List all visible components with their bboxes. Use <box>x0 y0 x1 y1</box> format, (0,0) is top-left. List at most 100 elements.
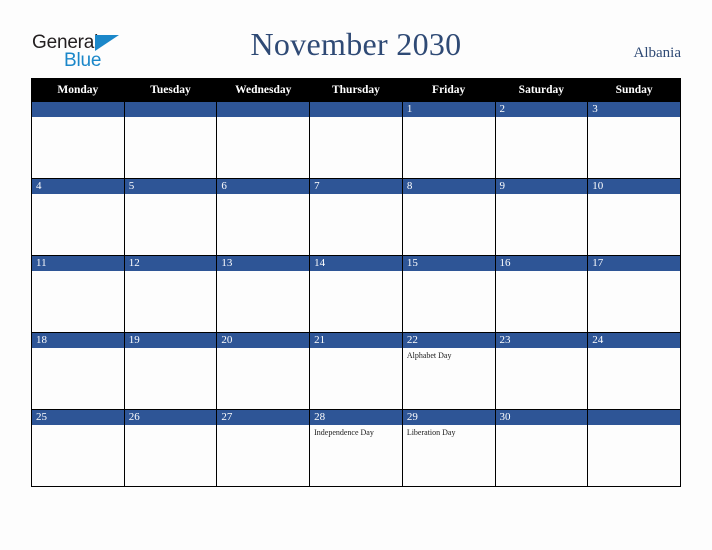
calendar-day-cell[interactable] <box>216 101 311 179</box>
calendar-day-cell[interactable] <box>587 409 681 487</box>
calendar-day-cell[interactable] <box>31 101 125 179</box>
day-events <box>217 425 309 428</box>
day-number: 5 <box>124 179 217 194</box>
calendar-day-cell[interactable]: 29 Liberation Day <box>401 409 496 487</box>
calendar-day-cell[interactable]: 2 <box>494 101 589 179</box>
day-events <box>310 194 402 197</box>
calendar-day-cell[interactable]: 5 <box>123 178 218 256</box>
day-number: 13 <box>217 256 310 271</box>
day-number <box>588 410 680 425</box>
calendar-day-cell[interactable]: 10 <box>587 178 681 256</box>
day-number: 7 <box>310 179 402 194</box>
calendar-day-cell[interactable]: 28 Independence Day <box>309 409 403 487</box>
day-number: 4 <box>32 179 124 194</box>
day-events <box>588 117 680 120</box>
calendar-day-cell[interactable]: 27 <box>216 409 311 487</box>
day-events <box>125 425 217 428</box>
calendar-week-row: 11 12 13 14 15 16 17 <box>31 255 681 333</box>
weekday-header-sunday: Sunday <box>587 78 681 102</box>
calendar-day-cell[interactable]: 19 <box>123 332 218 410</box>
calendar-day-cell[interactable]: 30 <box>494 409 589 487</box>
weekday-header-thursday: Thursday <box>309 78 403 102</box>
country-label: Albania <box>633 45 681 61</box>
day-number <box>124 102 217 117</box>
day-number: 6 <box>217 179 310 194</box>
day-events <box>310 348 402 351</box>
calendar-body: 1 2 3 4 5 6 7 8 9 10 11 12 13 14 15 16 17 18 19 20 21 22 Alpha… <box>31 101 681 487</box>
day-events: Alphabet Day <box>403 348 495 361</box>
calendar-day-cell[interactable] <box>123 101 218 179</box>
calendar-day-cell[interactable]: 26 <box>123 409 218 487</box>
calendar-day-cell[interactable]: 4 <box>31 178 125 256</box>
day-events <box>125 348 217 351</box>
calendar-day-cell[interactable]: 1 <box>401 101 496 179</box>
calendar-week-row: 18 19 20 21 22 Alphabet Day 23 24 <box>31 332 681 410</box>
calendar-day-cell[interactable]: 22 Alphabet Day <box>401 332 496 410</box>
day-number: 14 <box>310 256 402 271</box>
calendar-day-cell[interactable]: 14 <box>309 255 403 333</box>
calendar-day-cell[interactable]: 9 <box>494 178 589 256</box>
day-number: 28 <box>310 410 402 425</box>
calendar-day-cell[interactable]: 15 <box>401 255 496 333</box>
calendar-page: General Blue November 2030 Albania Monda… <box>0 0 712 550</box>
calendar-day-cell[interactable]: 24 <box>587 332 681 410</box>
day-number: 15 <box>402 256 495 271</box>
calendar-day-cell[interactable]: 20 <box>216 332 311 410</box>
calendar-day-cell[interactable]: 23 <box>494 332 589 410</box>
calendar-day-cell[interactable]: 16 <box>494 255 589 333</box>
weekday-header-tuesday: Tuesday <box>123 78 218 102</box>
page-header: General Blue November 2030 Albania <box>0 0 712 78</box>
day-number <box>217 102 310 117</box>
day-number: 16 <box>495 256 588 271</box>
day-events <box>496 348 588 351</box>
day-number: 12 <box>124 256 217 271</box>
day-number: 30 <box>495 410 588 425</box>
weekday-header-wednesday: Wednesday <box>216 78 311 102</box>
day-events <box>588 348 680 351</box>
calendar-day-cell[interactable]: 18 <box>31 332 125 410</box>
day-number: 8 <box>402 179 495 194</box>
day-events: Independence Day <box>310 425 402 438</box>
day-number: 21 <box>310 333 402 348</box>
calendar-day-cell[interactable]: 17 <box>587 255 681 333</box>
day-events <box>217 194 309 197</box>
day-events <box>217 348 309 351</box>
holiday-event: Independence Day <box>314 428 374 437</box>
calendar-day-cell[interactable]: 25 <box>31 409 125 487</box>
day-number: 22 <box>402 333 495 348</box>
day-events <box>588 194 680 197</box>
calendar-day-cell[interactable]: 8 <box>401 178 496 256</box>
weekday-header-saturday: Saturday <box>494 78 589 102</box>
page-title: November 2030 <box>250 26 462 62</box>
day-events <box>496 117 588 120</box>
day-events <box>217 271 309 274</box>
calendar-day-cell[interactable]: 12 <box>123 255 218 333</box>
calendar-day-cell[interactable] <box>309 101 403 179</box>
calendar-day-cell[interactable]: 11 <box>31 255 125 333</box>
holiday-event: Liberation Day <box>406 428 456 437</box>
calendar-day-cell[interactable]: 6 <box>216 178 311 256</box>
day-number <box>32 102 124 117</box>
day-events <box>32 117 124 120</box>
day-events <box>125 271 217 274</box>
calendar-week-row: 123 <box>31 101 681 179</box>
calendar-week-row: 25 26 27 28 Independence Day 29 Liberation Day… <box>31 409 681 487</box>
day-number: 20 <box>217 333 310 348</box>
day-events <box>403 194 495 197</box>
calendar-grid: Monday Tuesday Wednesday Thursday Friday… <box>31 78 681 487</box>
calendar-day-cell[interactable]: 3 <box>587 101 681 179</box>
day-number: 19 <box>124 333 217 348</box>
calendar-day-cell[interactable]: 13 <box>216 255 311 333</box>
day-events <box>496 194 588 197</box>
day-number: 9 <box>495 179 588 194</box>
day-number: 3 <box>588 102 680 117</box>
day-number: 1 <box>402 102 495 117</box>
day-number: 17 <box>588 256 680 271</box>
day-events <box>125 117 217 120</box>
day-number: 2 <box>495 102 588 117</box>
day-events <box>310 271 402 274</box>
day-events: Liberation Day <box>403 425 495 438</box>
calendar-day-cell[interactable]: 21 <box>309 332 403 410</box>
calendar-day-cell[interactable]: 7 <box>309 178 403 256</box>
weekday-header-friday: Friday <box>401 78 496 102</box>
